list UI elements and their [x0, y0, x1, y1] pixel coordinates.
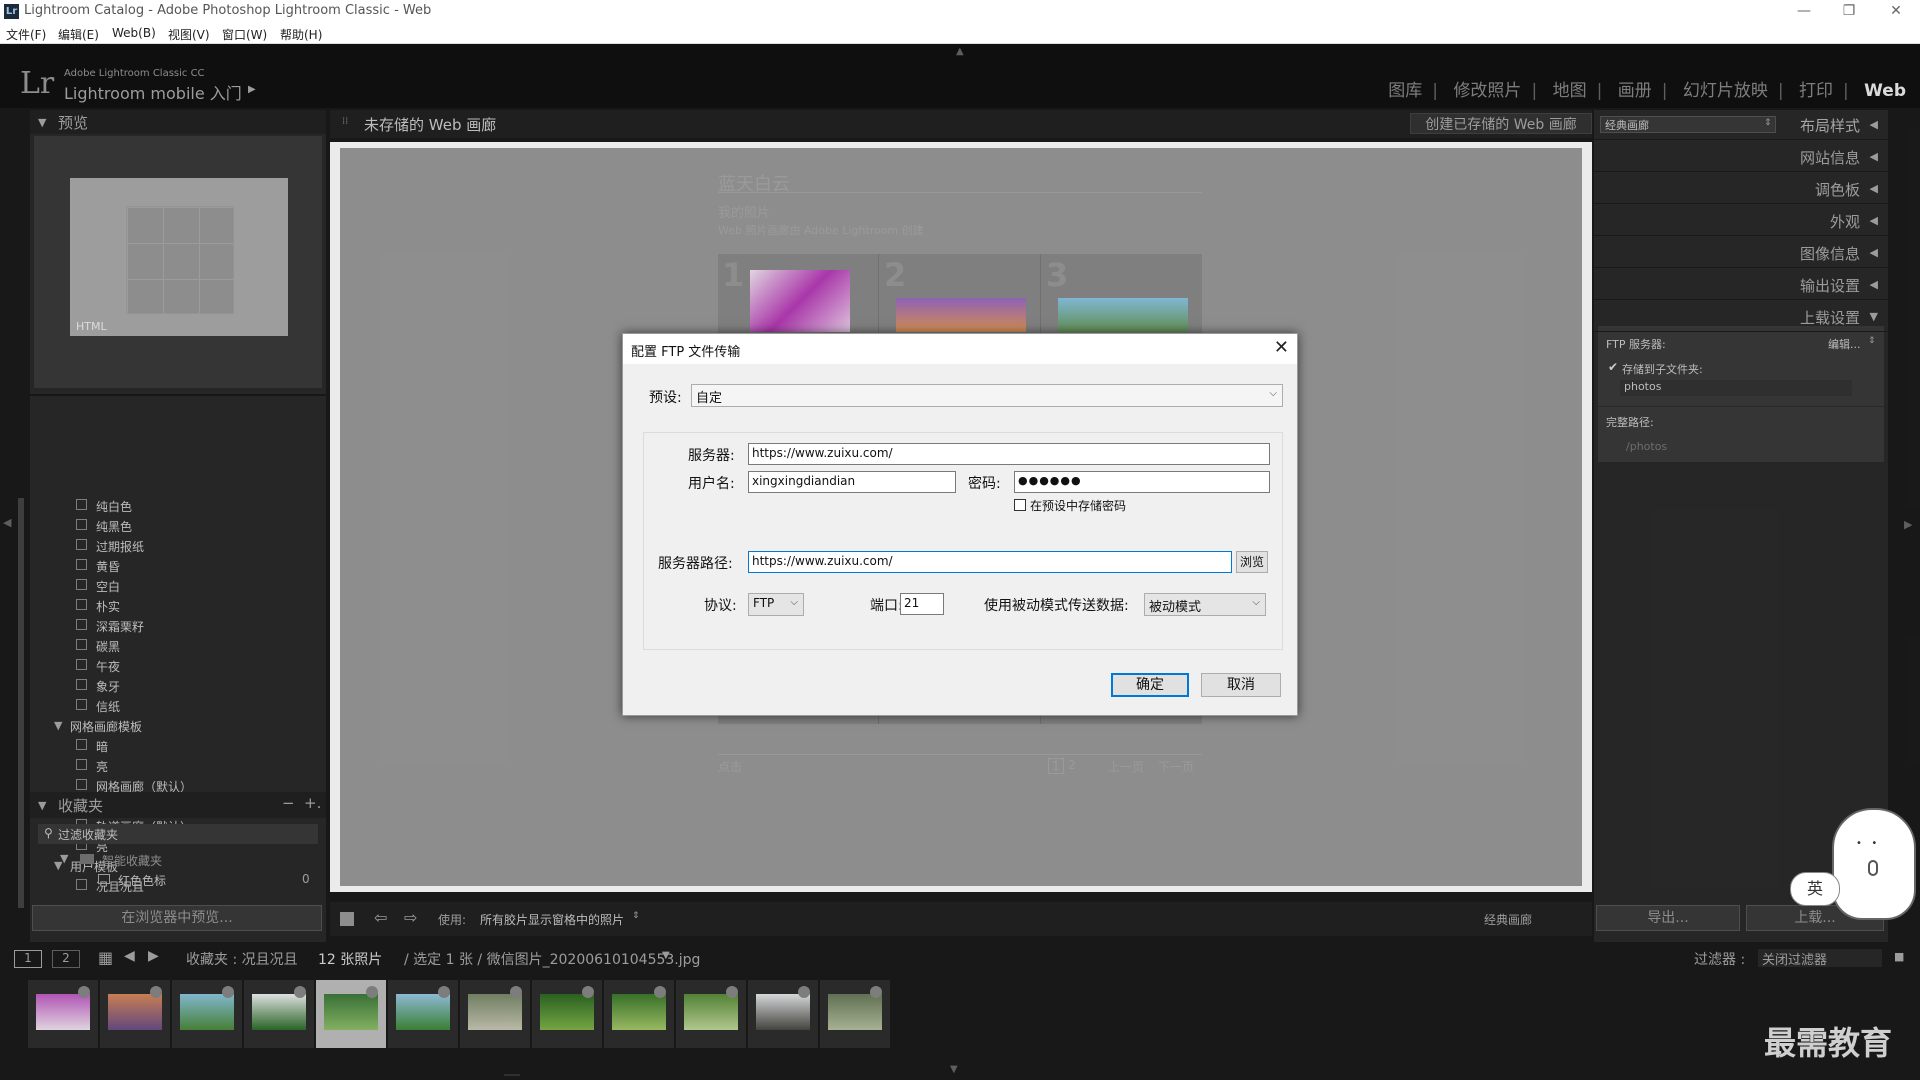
protocol-label: 协议: — [704, 598, 737, 614]
ftp-config-dialog: 配置 FTP 文件传输 ✕ 预设: 自定 ⌵ 服务器: https://www.z… — [622, 333, 1298, 716]
server-settings-group: 服务器: https://www.zuixu.com/ 用户名: xingxin… — [643, 432, 1283, 650]
menu-window[interactable]: 窗口(W) — [222, 26, 267, 43]
menu-file[interactable]: 文件(F) — [6, 26, 46, 43]
server-path-input[interactable]: https://www.zuixu.com/ — [748, 551, 1232, 573]
store-password-checkbox[interactable] — [1014, 499, 1026, 511]
chevron-down-icon: ⌵ — [1252, 597, 1260, 608]
restore-button[interactable]: ❐ — [1829, 1, 1869, 21]
menu-edit[interactable]: 编辑(E) — [58, 26, 99, 43]
password-input[interactable]: ●●●●●● — [1014, 471, 1270, 493]
port-input[interactable]: 21 — [900, 593, 944, 615]
port-label: 端口: — [870, 598, 903, 614]
passive-mode-dropdown[interactable]: 被动模式 ⌵ — [1144, 593, 1266, 616]
menu-bar: 文件(F) 编辑(E) Web(B) 视图(V) 窗口(W) 帮助(H) — [0, 24, 1920, 44]
menu-web[interactable]: Web(B) — [112, 26, 156, 40]
chevron-down-icon: ⌵ — [1269, 388, 1277, 399]
mascot-mouth-icon — [1868, 860, 1878, 876]
passive-mode-label: 使用被动模式传送数据: — [984, 598, 1129, 614]
mascot-sticker: • • — [1832, 808, 1916, 920]
protocol-value: FTP — [753, 596, 775, 610]
server-label: 服务器: — [688, 448, 735, 464]
username-label: 用户名: — [688, 476, 735, 492]
preset-dropdown[interactable]: 自定 ⌵ — [691, 384, 1283, 407]
app-logo-icon: Lr — [4, 4, 19, 19]
ok-button[interactable]: 确定 — [1111, 673, 1189, 697]
menu-help[interactable]: 帮助(H) — [280, 26, 322, 43]
protocol-dropdown[interactable]: FTP ⌵ — [748, 593, 804, 616]
username-input[interactable]: xingxingdiandian — [748, 471, 956, 493]
close-icon[interactable]: ✕ — [1274, 337, 1289, 358]
passive-mode-value: 被动模式 — [1149, 600, 1202, 615]
browse-button[interactable]: 浏览 — [1236, 551, 1268, 573]
server-path-label: 服务器路径: — [658, 556, 733, 572]
window-titlebar: Lr Lightroom Catalog - Adobe Photoshop L… — [0, 0, 1920, 24]
watermark: 最需教育 — [1764, 1024, 1893, 1062]
cancel-button[interactable]: 取消 — [1201, 673, 1281, 697]
password-label: 密码: — [968, 476, 1001, 492]
ime-indicator[interactable]: 英 — [1790, 872, 1840, 906]
mascot-eyes-icon: • • — [1856, 838, 1878, 849]
close-window-button[interactable]: ✕ — [1876, 1, 1916, 21]
minimize-button[interactable]: — — [1784, 1, 1824, 21]
dialog-title: 配置 FTP 文件传输 — [623, 334, 1297, 364]
preset-label: 预设: — [649, 390, 682, 406]
preset-value: 自定 — [696, 391, 723, 406]
server-input[interactable]: https://www.zuixu.com/ — [748, 443, 1270, 465]
menu-view[interactable]: 视图(V) — [168, 26, 210, 43]
window-title: Lightroom Catalog - Adobe Photoshop Ligh… — [24, 3, 432, 18]
chevron-down-icon: ⌵ — [790, 597, 798, 608]
store-password-label: 在预设中存储密码 — [1030, 499, 1127, 513]
